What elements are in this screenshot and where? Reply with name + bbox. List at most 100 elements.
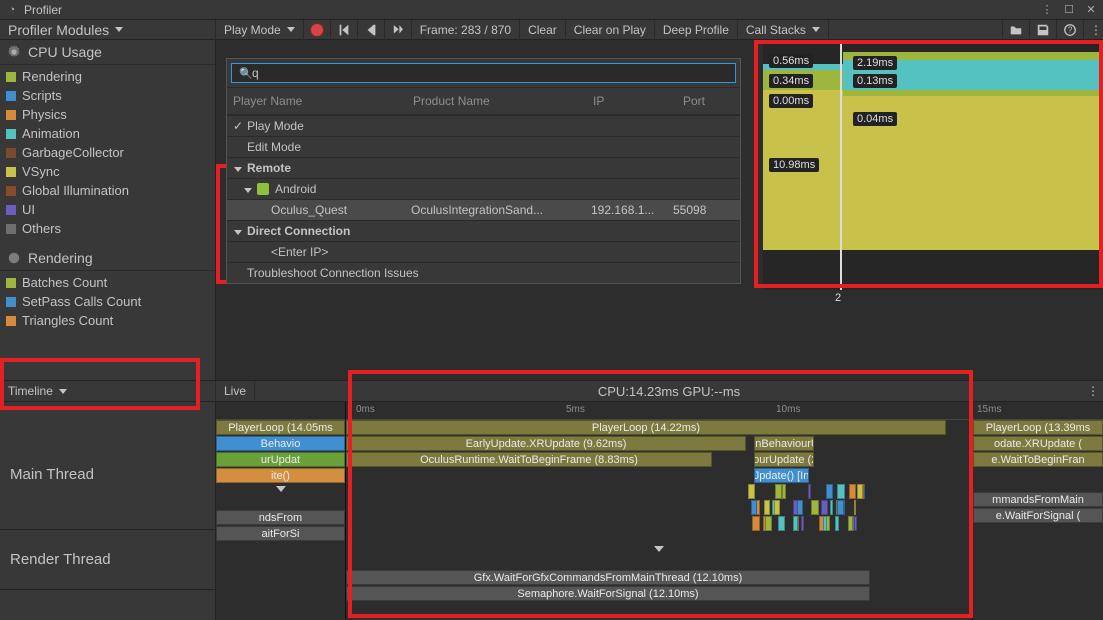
deep-profile-button[interactable]: Deep Profile <box>655 20 738 40</box>
timeline-bar[interactable]: odate.XRUpdate ( <box>973 436 1103 451</box>
col-ip: IP <box>587 92 677 110</box>
legend-item[interactable]: Others <box>6 219 209 238</box>
legend-item[interactable]: SetPass Calls Count <box>6 292 209 311</box>
expand-icon[interactable] <box>654 546 664 552</box>
timeline-bar[interactable]: aitForSi <box>216 526 345 541</box>
row-enter-ip[interactable]: <Enter IP> <box>227 241 740 262</box>
ruler-tick: 5ms <box>566 404 585 415</box>
row-edit-mode[interactable]: Edit Mode <box>227 136 740 157</box>
timeline-view-dropdown[interactable]: Timeline <box>0 381 216 401</box>
target-search-input[interactable] <box>231 63 736 83</box>
row-android[interactable]: Android <box>227 178 740 199</box>
legend-label: Rendering <box>22 69 82 84</box>
legend-label: VSync <box>22 164 60 179</box>
legend-item[interactable]: Scripts <box>6 86 209 105</box>
chart-value-label: 0.04ms <box>853 112 897 126</box>
row-play-mode[interactable]: Play Mode <box>227 115 740 136</box>
legend-item[interactable]: Triangles Count <box>6 311 209 330</box>
close-icon[interactable]: ✕ <box>1083 2 1099 18</box>
rendering-module-header[interactable]: Rendering <box>0 246 215 271</box>
chart-value-label: 0.13ms <box>853 74 897 88</box>
timeline-bar[interactable]: Behavio <box>216 436 345 451</box>
cpu-gpu-readout: CPU:14.23ms GPU:--ms <box>255 382 1083 401</box>
timeline-bar[interactable]: e.WaitToBeginFran <box>973 452 1103 467</box>
chart-value-label: 0.56ms <box>769 54 813 68</box>
timeline-bar[interactable]: urUpdat <box>216 452 345 467</box>
timeline-bar[interactable]: mmandsFromMain <box>973 492 1103 507</box>
row-direct-connection[interactable]: Direct Connection <box>227 220 740 241</box>
row-device-oculus[interactable]: Oculus_Quest OculusIntegrationSand... 19… <box>227 199 740 220</box>
timeline-bar[interactable]: ndsFrom <box>216 510 345 525</box>
timeline-canvas[interactable]: PlayerLoop (14.05msBehaviourUpdatite() n… <box>216 402 1103 620</box>
ruler-tick: 0ms <box>356 404 375 415</box>
thread-labels: Main Thread Render Thread <box>0 402 216 620</box>
title-bar: ◔ Profiler ⋮ ☐ ✕ <box>0 0 1103 20</box>
legend-label: Scripts <box>22 88 62 103</box>
legend-item[interactable]: Physics <box>6 105 209 124</box>
col-player-name: Player Name <box>227 92 407 110</box>
timeline-bar[interactable]: PlayerLoop (14.22ms) <box>346 420 946 435</box>
main-thread-label: Main Thread <box>0 420 215 530</box>
save-button[interactable] <box>1029 20 1056 40</box>
load-button[interactable] <box>1002 20 1029 40</box>
ruler-tick: 10ms <box>776 404 800 415</box>
target-search-panel: 🔍 Player Name Product Name IP Port Play … <box>226 58 741 284</box>
timeline-bar[interactable]: e.WaitForSignal ( <box>973 508 1103 523</box>
window-menu-icon[interactable]: ⋮ <box>1039 2 1055 18</box>
gear-icon <box>6 44 22 60</box>
legend-swatch <box>6 91 16 101</box>
cpu-chart[interactable]: 0.56ms0.34ms0.00ms10.98ms2.19ms0.13ms0.0… <box>763 40 1103 290</box>
record-button[interactable] <box>304 20 331 40</box>
frame-next-button[interactable] <box>385 20 412 40</box>
col-port: Port <box>677 92 727 110</box>
legend-swatch <box>6 316 16 326</box>
legend-swatch <box>6 278 16 288</box>
row-remote[interactable]: Remote <box>227 157 740 178</box>
cpu-module-header[interactable]: CPU Usage <box>0 40 215 65</box>
play-mode-dropdown[interactable]: Play Mode <box>216 20 304 40</box>
timeline-bar[interactable]: iourUpdate (2 <box>754 452 814 467</box>
timeline-overflow-button[interactable]: ⋮ <box>1083 384 1103 398</box>
timeline-bar[interactable]: Semaphore.WaitForSignal (12.10ms) <box>346 586 870 601</box>
search-icon: 🔍 <box>239 67 253 80</box>
timeline-bar[interactable]: Gfx.WaitForGfxCommandsFromMainThread (12… <box>346 570 870 585</box>
timeline-bar[interactable]: Jpdate() [In <box>754 468 809 483</box>
frame-first-button[interactable] <box>331 20 358 40</box>
call-stacks-dropdown[interactable]: Call Stacks <box>738 20 829 40</box>
timeline-bar[interactable]: PlayerLoop (13.39ms <box>973 420 1103 435</box>
timeline-bar[interactable]: EarlyUpdate.XRUpdate (9.62ms) <box>346 436 746 451</box>
clear-button[interactable]: Clear <box>520 20 566 40</box>
legend-item[interactable]: Batches Count <box>6 273 209 292</box>
legend-item[interactable]: Animation <box>6 124 209 143</box>
row-troubleshoot[interactable]: Troubleshoot Connection Issues <box>227 262 740 283</box>
legend-swatch <box>6 72 16 82</box>
legend-item[interactable]: Rendering <box>6 67 209 86</box>
chart-value-label: 0.00ms <box>769 94 813 108</box>
legend-label: UI <box>22 202 35 217</box>
search-columns: Player Name Product Name IP Port <box>227 87 740 115</box>
timeline-bar[interactable]: unBehaviourU <box>754 436 814 451</box>
legend-label: Physics <box>22 107 67 122</box>
chart-value-label: 0.34ms <box>769 74 813 88</box>
legend-item[interactable]: VSync <box>6 162 209 181</box>
profiler-modules-dropdown[interactable]: Profiler Modules <box>0 20 216 40</box>
timeline-bar[interactable]: OculusRuntime.WaitToBeginFrame (8.83ms) <box>346 452 712 467</box>
frame-prev-button[interactable] <box>358 20 385 40</box>
maximize-icon[interactable]: ☐ <box>1061 2 1077 18</box>
expand-icon[interactable] <box>276 486 286 492</box>
chart-value-label: 2.19ms <box>853 56 897 70</box>
svg-text:?: ? <box>1068 25 1073 34</box>
live-button[interactable]: Live <box>216 381 255 401</box>
render-thread-label: Render Thread <box>0 530 215 590</box>
timeline-toolbar: Timeline Live CPU:14.23ms GPU:--ms ⋮ <box>0 380 1103 402</box>
frame-indicator: Frame: 283 / 870 <box>412 20 520 40</box>
timeline-bar[interactable]: PlayerLoop (14.05ms <box>216 420 345 435</box>
help-button[interactable]: ? <box>1056 20 1083 40</box>
clear-on-play-button[interactable]: Clear on Play <box>566 20 655 40</box>
timeline-bar[interactable]: ite() <box>216 468 345 483</box>
legend-item[interactable]: UI <box>6 200 209 219</box>
legend-item[interactable]: GarbageCollector <box>6 143 209 162</box>
legend-item[interactable]: Global Illumination <box>6 181 209 200</box>
gear-icon <box>6 250 22 266</box>
overflow-menu-button[interactable]: ⋮ <box>1083 20 1103 40</box>
